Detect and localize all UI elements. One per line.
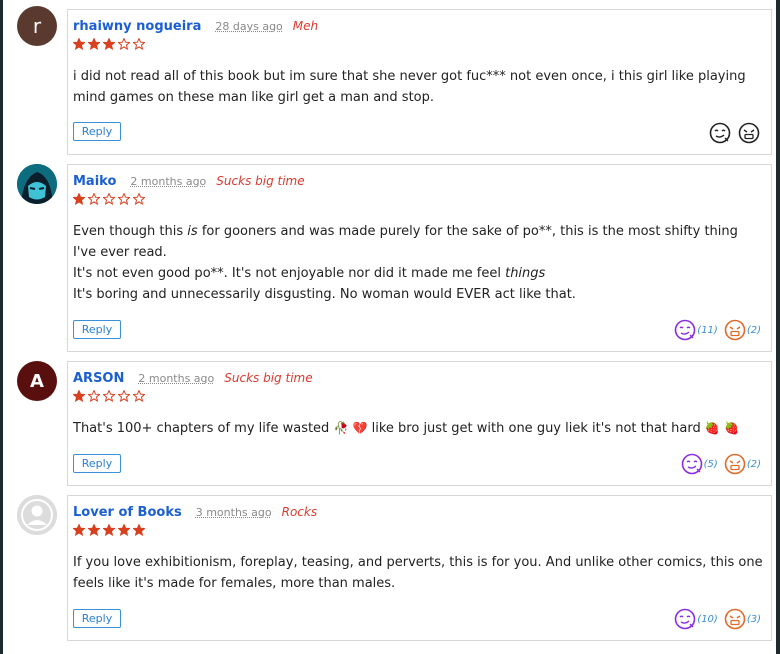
star-rating [73,193,145,205]
star-filled-icon [88,38,100,50]
reply-button[interactable]: Reply [73,454,121,473]
reactions: (10) (3) [674,608,765,630]
text-fragment: like bro just get with one guy liek it's… [367,421,705,436]
avatar[interactable] [17,495,57,535]
reply-button[interactable]: Reply [73,609,121,628]
avatar-letter: r [32,14,42,38]
comment-card: rhaiwny nogueira 28 days ago Meh i did n… [67,9,772,155]
avatar[interactable]: r [17,6,57,46]
dislike-count: (3) [746,613,761,625]
comment-text: i did not read all of this book but im s… [73,69,746,105]
rating-verdict: Sucks big time [224,371,313,385]
star-filled-icon [118,524,130,536]
rating-verdict: Rocks [281,505,318,519]
text-fragment: Even though this [73,224,188,239]
like-reaction-button[interactable]: (5) [681,453,722,475]
like-count: (5) [703,458,718,470]
star-empty-icon [88,193,100,205]
default-user-icon [17,495,57,535]
comment-card: Lover of Books 3 months ago Rocks If you… [67,495,772,641]
italic-text: is [187,224,198,239]
reactions [709,122,765,144]
like-reaction-button[interactable] [709,122,736,144]
strawberry-emoji: 🍓 [704,421,720,435]
star-empty-icon [133,193,145,205]
comment-time: 2 months ago [130,175,207,188]
like-reaction-button[interactable]: (10) [674,608,722,630]
dislike-reaction-button[interactable] [738,122,765,144]
like-count: (11) [697,324,718,336]
avatar[interactable]: A [17,361,57,401]
star-filled-icon [133,524,145,536]
comment-time: 28 days ago [215,20,283,33]
star-filled-icon [73,38,85,50]
username-link[interactable]: Lover of Books [73,505,182,520]
star-empty-icon [133,390,145,402]
comment-time: 3 months ago [195,506,272,519]
star-empty-icon [88,390,100,402]
anime-avatar-image [17,164,57,204]
comment-card: ARSON 2 months ago Sucks big time That's… [67,361,772,486]
reactions: (5) (2) [681,453,765,475]
comment-body: Even though this is for gooners and was … [73,221,763,305]
star-rating [73,390,145,402]
comment-body: If you love exhibitionism, foreplay, tea… [73,552,763,594]
angry-face-icon [724,453,746,475]
username-link[interactable]: Maiko [73,174,116,189]
comment-time: 2 months ago [138,372,215,385]
comment-body: That's 100+ chapters of my life wasted 🥀… [73,418,763,439]
wilted-rose-emoji: 🥀 [333,421,349,435]
star-filled-icon [73,193,85,205]
dislike-reaction-button[interactable]: (2) [724,319,765,341]
text-fragment: It's not even good po**. It's not enjoya… [73,266,506,281]
comment-text-line: It's not even good po**. It's not enjoya… [73,263,763,284]
comments-panel: r rhaiwny nogueira 28 days ago Meh i did… [3,0,776,654]
star-empty-icon [133,38,145,50]
like-reaction-button[interactable]: (11) [674,319,722,341]
comment-text-line: It's boring and unnecessarily disgusting… [73,287,576,302]
angry-face-icon [724,319,746,341]
italic-text: things [505,266,546,281]
reactions: (11) (2) [674,319,765,341]
reply-button[interactable]: Reply [73,122,121,141]
rating-verdict: Sucks big time [216,174,305,188]
broken-heart-emoji: 💔 [352,421,368,435]
angry-face-icon [738,122,760,144]
like-count: (10) [697,613,718,625]
star-rating [73,524,145,536]
comment-card: Maiko 2 months ago Sucks big time Even t… [67,164,772,352]
star-empty-icon [103,390,115,402]
star-filled-icon [103,524,115,536]
username-link[interactable]: ARSON [73,371,124,386]
avatar-letter: A [30,370,44,392]
smirk-face-icon [674,319,696,341]
smirk-face-icon [674,608,696,630]
star-empty-icon [118,38,130,50]
dislike-count: (2) [746,324,761,336]
smirk-face-icon [709,122,731,144]
text-fragment: That's 100+ chapters of my life wasted [73,421,334,436]
smirk-face-icon [681,453,702,475]
dislike-reaction-button[interactable]: (3) [724,608,765,630]
star-filled-icon [103,38,115,50]
rating-verdict: Meh [292,19,319,33]
comment-text: If you love exhibitionism, foreplay, tea… [73,555,763,591]
star-empty-icon [103,193,115,205]
comment-body: i did not read all of this book but im s… [73,66,763,108]
star-empty-icon [118,193,130,205]
star-empty-icon [118,390,130,402]
star-filled-icon [73,390,85,402]
comment-text-line: Even though this is for gooners and was … [73,221,763,263]
strawberry-emoji: 🍓 [723,421,739,435]
star-filled-icon [88,524,100,536]
reply-button[interactable]: Reply [73,320,121,339]
dislike-count: (2) [746,458,761,470]
avatar[interactable] [17,164,57,204]
star-filled-icon [73,524,85,536]
comment-text-line: That's 100+ chapters of my life wasted 🥀… [73,418,763,439]
star-rating [73,38,145,50]
angry-face-icon [724,608,746,630]
username-link[interactable]: rhaiwny nogueira [73,19,201,34]
dislike-reaction-button[interactable]: (2) [724,453,765,475]
